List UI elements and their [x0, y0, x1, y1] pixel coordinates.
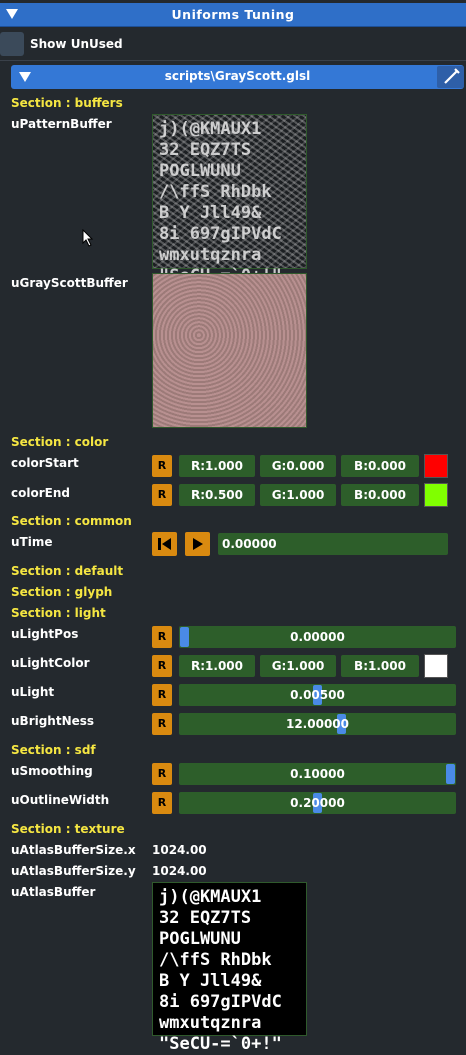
- file-header[interactable]: scripts\GrayScott.glsl: [11, 65, 464, 89]
- reset-button[interactable]: R: [152, 626, 172, 648]
- colorstart-g-field[interactable]: G:0.000: [260, 455, 336, 477]
- slider-value: 0.00500: [290, 688, 345, 702]
- pattern-glyphs: j)(@KMAUX1 32 EQZ7TS POGLWUNU /\ffS RhDb…: [159, 119, 282, 286]
- section-common: Section : common: [11, 514, 132, 528]
- restart-button[interactable]: [152, 532, 177, 556]
- section-texture: Section : texture: [11, 822, 125, 836]
- ulightcolor-g-field[interactable]: G:1.000: [260, 655, 336, 677]
- reset-button[interactable]: R: [152, 713, 172, 735]
- reset-button[interactable]: R: [152, 455, 172, 477]
- usmoothing-slider[interactable]: 0.10000: [179, 763, 456, 785]
- section-glyph: Section : glyph: [11, 585, 113, 599]
- utime-field[interactable]: 0.00000: [218, 533, 448, 555]
- section-color: Section : color: [11, 435, 109, 449]
- uatlasbuffersize-x-value: 1024.00: [152, 843, 207, 857]
- show-unused-label: Show UnUsed: [30, 37, 123, 51]
- reset-button[interactable]: R: [152, 763, 172, 785]
- label-upatternbuffer: uPatternBuffer: [11, 117, 112, 131]
- grayscott-buffer-image: [152, 273, 307, 428]
- colorend-b-field[interactable]: B:0.000: [341, 484, 419, 506]
- slider-grab[interactable]: [180, 627, 189, 647]
- colorend-r-field[interactable]: R:0.500: [179, 484, 255, 506]
- reset-button[interactable]: R: [152, 684, 172, 706]
- section-light: Section : light: [11, 606, 106, 620]
- skip-back-icon: [158, 538, 171, 550]
- uoutlinewidth-slider[interactable]: 0.20000: [179, 792, 456, 814]
- label-ulightcolor: uLightColor: [11, 656, 90, 670]
- colorstart-b-field[interactable]: B:0.000: [341, 455, 419, 477]
- slider-value: 12.00000: [285, 717, 349, 731]
- colorend-swatch[interactable]: [424, 483, 448, 507]
- atlas-buffer-image: j)(@KMAUX1 32 EQZ7TS POGLWUNU /\ffS RhDb…: [152, 882, 307, 1054]
- pattern-buffer-image: j)(@KMAUX1 32 EQZ7TS POGLWUNU /\ffS RhDb…: [152, 114, 307, 286]
- label-uatlasbuffersize-y: uAtlasBufferSize.y: [11, 864, 136, 878]
- label-colorstart: colorStart: [11, 456, 79, 470]
- section-buffers: Section : buffers: [11, 96, 123, 110]
- section-sdf: Section : sdf: [11, 743, 96, 757]
- ulightpos-slider[interactable]: 0.00000: [179, 626, 456, 648]
- play-icon: [193, 538, 203, 550]
- reset-button[interactable]: R: [152, 792, 172, 814]
- ulight-slider[interactable]: 0.00500: [179, 684, 456, 706]
- label-usmoothing: uSmoothing: [11, 764, 93, 778]
- label-ugrayscottbuffer: uGrayScottBuffer: [11, 276, 128, 290]
- ulightcolor-r-field[interactable]: R:1.000: [179, 655, 255, 677]
- mouse-cursor-icon: [82, 229, 94, 247]
- slider-grab[interactable]: [446, 764, 455, 784]
- colorstart-swatch[interactable]: [424, 454, 448, 478]
- divider: [0, 60, 466, 61]
- ubrightness-slider[interactable]: 12.00000: [179, 713, 456, 735]
- reset-button[interactable]: R: [152, 655, 172, 677]
- slider-value: 0.10000: [290, 767, 345, 781]
- pencil-icon: [444, 68, 460, 84]
- label-ulightpos: uLightPos: [11, 627, 79, 641]
- colorend-g-field[interactable]: G:1.000: [260, 484, 336, 506]
- ulightcolor-swatch[interactable]: [424, 654, 448, 678]
- header-title: Uniforms Tuning: [171, 7, 295, 22]
- section-default: Section : default: [11, 564, 124, 578]
- slider-value: 0.00000: [290, 630, 345, 644]
- uniforms-tuning-header[interactable]: Uniforms Tuning: [0, 3, 466, 27]
- label-utime: uTime: [11, 535, 53, 549]
- show-unused-checkbox[interactable]: [0, 32, 24, 56]
- label-ulight: uLight: [11, 685, 55, 699]
- label-uatlasbuffer: uAtlasBuffer: [11, 885, 96, 899]
- edit-file-button[interactable]: [437, 66, 464, 88]
- colorstart-r-field[interactable]: R:1.000: [179, 455, 255, 477]
- label-uatlasbuffersize-x: uAtlasBufferSize.x: [11, 843, 136, 857]
- uatlasbuffersize-y-value: 1024.00: [152, 864, 207, 878]
- label-colorend: colorEnd: [11, 486, 70, 500]
- ulightcolor-b-field[interactable]: B:1.000: [341, 655, 419, 677]
- file-name: scripts\GrayScott.glsl: [164, 69, 311, 83]
- slider-value: 0.20000: [290, 796, 345, 810]
- label-ubrightness: uBrightNess: [11, 714, 95, 728]
- reset-button[interactable]: R: [152, 484, 172, 506]
- label-uoutlinewidth: uOutlineWidth: [11, 793, 110, 807]
- atlas-glyphs: j)(@KMAUX1 32 EQZ7TS POGLWUNU /\ffS RhDb…: [159, 887, 282, 1054]
- play-button[interactable]: [185, 532, 210, 556]
